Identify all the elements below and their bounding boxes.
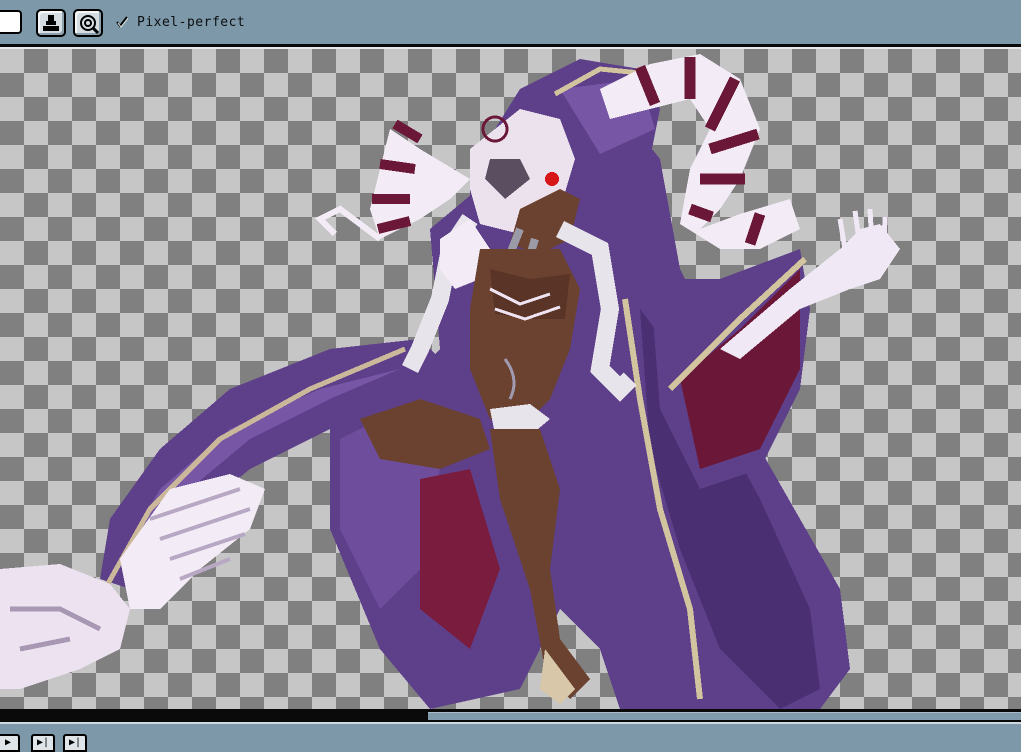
pixel-perfect-search-icon	[80, 15, 99, 34]
ink-shading-icon	[43, 15, 59, 31]
pixel-perfect-label[interactable]: Pixel-perfect	[137, 15, 245, 31]
last-frame-button[interactable]: ▶|	[63, 734, 87, 752]
ink-tool-button[interactable]	[36, 9, 66, 37]
pixel-perfect-checkbox[interactable]	[115, 15, 129, 29]
top-toolbar: Pixel-perfect	[0, 0, 1021, 44]
tool-value-input[interactable]	[0, 10, 22, 34]
sprite-canvas[interactable]	[0, 49, 1021, 709]
next-frame-icon: ▶|	[36, 737, 50, 748]
last-frame-icon: ▶|	[68, 737, 82, 748]
next-frame-button[interactable]: ▶|	[31, 734, 55, 752]
play-button[interactable]: ▶	[0, 734, 20, 752]
red-eye	[545, 172, 559, 186]
playback-bar	[0, 722, 1021, 752]
left-horn-tip	[314, 205, 382, 242]
scrollbar-thumb[interactable]	[428, 712, 1021, 720]
pixel-perfect-button[interactable]	[73, 9, 103, 37]
sprite-artwork	[0, 54, 900, 709]
play-icon: ▶	[4, 737, 12, 748]
